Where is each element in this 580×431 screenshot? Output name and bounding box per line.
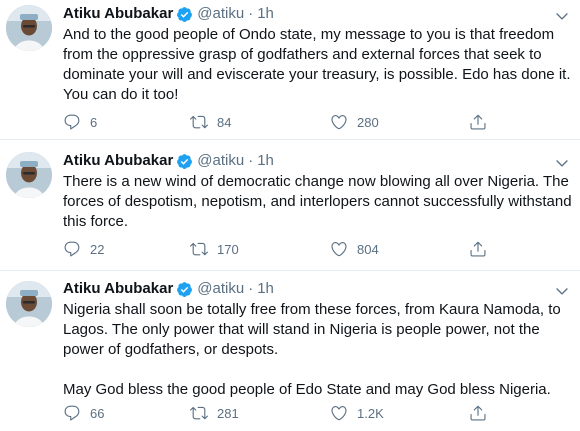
avatar[interactable] (6, 152, 52, 198)
reply-button[interactable]: 66 (63, 403, 104, 423)
author-name[interactable]: Atiku Abubakar (63, 279, 173, 299)
tweet-text: Nigeria shall soon be totally free from … (63, 300, 573, 400)
tweet-actions: 22 170 804 (63, 239, 543, 259)
like-button[interactable]: 280 (330, 112, 379, 132)
tweet-text: And to the good people of Ondo state, my… (63, 25, 573, 105)
chevron-down-icon[interactable] (554, 155, 570, 171)
heart-icon (330, 404, 348, 422)
header-separator: · (248, 152, 254, 169)
like-button[interactable]: 804 (330, 239, 379, 259)
tweet-paragraph: Nigeria shall soon be totally free from … (63, 301, 561, 358)
tweet-header: Atiku Abubakar @atiku · 1h (63, 151, 274, 171)
author-name[interactable]: Atiku Abubakar (63, 151, 173, 171)
tweet-header: Atiku Abubakar @atiku · 1h (63, 279, 274, 299)
author-handle[interactable]: @atiku (197, 151, 244, 171)
chevron-down-icon[interactable] (554, 283, 570, 299)
reply-icon (63, 240, 81, 258)
retweet-icon (190, 404, 208, 422)
retweet-button[interactable]: 170 (190, 239, 239, 259)
reply-button[interactable]: 22 (63, 239, 104, 259)
share-icon (469, 404, 487, 422)
header-separator: · (248, 280, 254, 297)
retweet-button[interactable]: 281 (190, 403, 239, 423)
author-handle[interactable]: @atiku (197, 4, 244, 24)
reply-count: 66 (90, 405, 105, 421)
heart-icon (330, 240, 348, 258)
retweet-icon (190, 240, 208, 258)
reply-count: 6 (90, 114, 98, 130)
tweet[interactable]: Atiku Abubakar @atiku · 1h There is a ne… (0, 140, 580, 271)
tweet-actions: 6 84 280 (63, 112, 543, 132)
tweet-header: Atiku Abubakar @atiku · 1h (63, 4, 274, 24)
tweet-paragraph: May God bless the good people of Edo Sta… (63, 381, 551, 398)
verified-badge-icon (176, 153, 193, 170)
like-count: 804 (357, 241, 379, 257)
chevron-down-icon[interactable] (554, 8, 570, 24)
author-name[interactable]: Atiku Abubakar (63, 4, 173, 24)
like-count: 280 (357, 114, 379, 130)
share-icon (469, 113, 487, 131)
heart-icon (330, 113, 348, 131)
tweet[interactable]: Atiku Abubakar @atiku · 1h And to the go… (0, 0, 580, 140)
reply-icon (63, 404, 81, 422)
retweet-count: 170 (217, 241, 239, 257)
header-separator: · (248, 5, 254, 22)
reply-button[interactable]: 6 (63, 112, 97, 132)
timestamp[interactable]: 1h (257, 4, 274, 24)
like-button[interactable]: 1.2K (330, 403, 384, 423)
retweet-count: 281 (217, 405, 239, 421)
share-button[interactable] (469, 239, 487, 259)
verified-badge-icon (176, 6, 193, 23)
avatar[interactable] (6, 5, 52, 51)
tweet-paragraph: And to the good people of Ondo state, my… (63, 26, 571, 103)
tweet-actions: 66 281 1.2K (63, 403, 543, 423)
tweet-text: There is a new wind of democratic change… (63, 172, 573, 232)
like-count: 1.2K (357, 405, 384, 421)
reply-count: 22 (90, 241, 105, 257)
share-icon (469, 240, 487, 258)
avatar[interactable] (6, 281, 52, 327)
reply-icon (63, 113, 81, 131)
timestamp[interactable]: 1h (257, 151, 274, 171)
retweet-count: 84 (217, 114, 232, 130)
retweet-icon (190, 113, 208, 131)
retweet-button[interactable]: 84 (190, 112, 231, 132)
tweet[interactable]: Atiku Abubakar @atiku · 1h Nigeria shall… (0, 271, 580, 431)
timestamp[interactable]: 1h (257, 279, 274, 299)
share-button[interactable] (469, 403, 487, 423)
tweet-paragraph: There is a new wind of democratic change… (63, 173, 572, 230)
author-handle[interactable]: @atiku (197, 279, 244, 299)
verified-badge-icon (176, 281, 193, 298)
share-button[interactable] (469, 112, 487, 132)
